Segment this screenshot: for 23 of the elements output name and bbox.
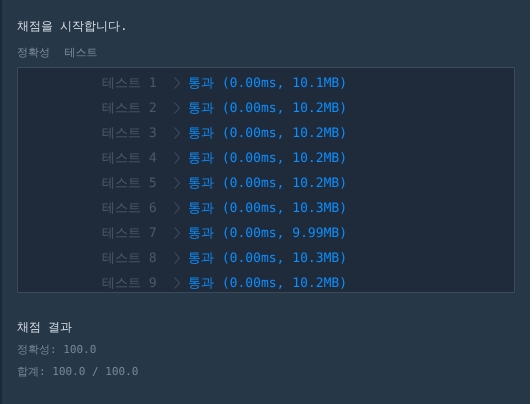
test-result: 통과 (0.00ms, 10.3MB)	[188, 200, 348, 216]
chevron-icon	[174, 152, 180, 164]
test-result: 통과 (0.00ms, 10.3MB)	[188, 250, 348, 266]
section-title: 정확성 테스트	[17, 45, 99, 61]
chevron-icon	[174, 126, 180, 138]
summary-title: 채점 결과	[17, 319, 74, 336]
summary-line: 정확성: 100.0	[17, 342, 98, 358]
test-result: 통과 (0.00ms, 10.2MB)	[188, 124, 348, 142]
summary-line: 합계: 100.0 / 100.0	[17, 364, 140, 380]
test-result: 통과 (0.00ms, 10.2MB)	[188, 174, 348, 192]
chevron-icon	[174, 202, 180, 214]
chevron-icon	[174, 226, 180, 238]
chevron-icon	[174, 176, 180, 188]
test-result: 통과 (0.00ms, 10.2MB)	[188, 100, 348, 116]
chevron-icon	[174, 252, 180, 264]
test-result: 통과 (0.00ms, 10.2MB)	[188, 274, 348, 292]
chevron-icon	[174, 102, 180, 114]
test-result: 통과 (0.00ms, 9.99MB)	[188, 224, 348, 242]
test-result: 통과 (0.00ms, 10.1MB)	[188, 74, 348, 92]
chevron-icon	[174, 76, 180, 88]
chevron-icon	[174, 276, 180, 288]
status-message: 채점을 시작합니다.	[17, 18, 128, 35]
test-result: 통과 (0.00ms, 10.2MB)	[188, 150, 348, 166]
